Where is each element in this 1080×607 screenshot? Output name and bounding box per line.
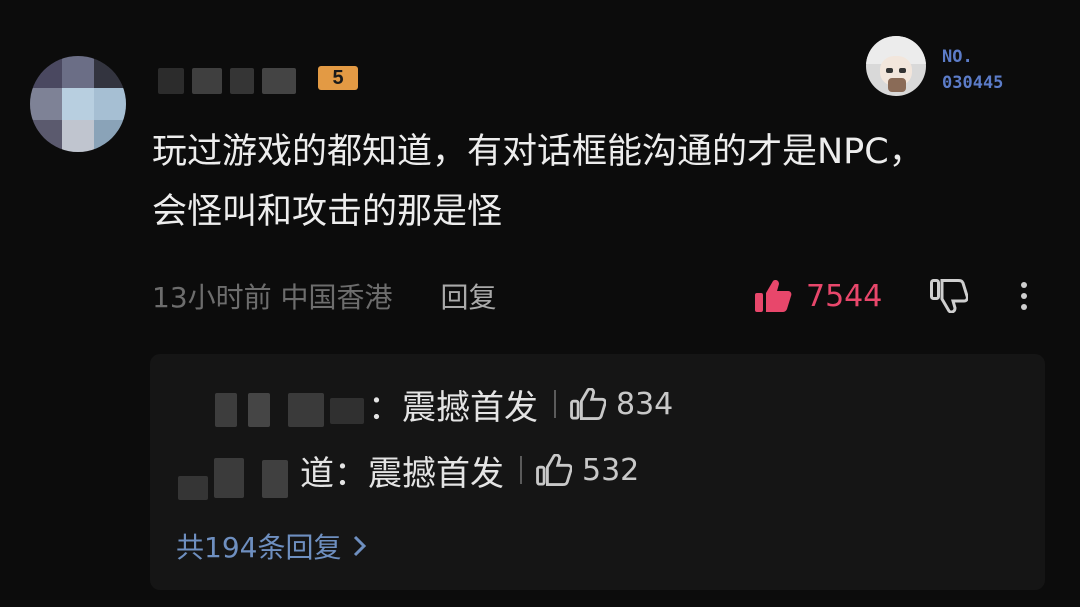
like-button[interactable]: 7544 [754, 272, 882, 320]
more-options-icon[interactable] [1016, 280, 1032, 314]
reply2-username-blurred-2 [214, 458, 244, 498]
reply2-username-blurred-3 [262, 460, 288, 498]
reply-button[interactable]: 回复 [441, 276, 497, 316]
divider [520, 456, 522, 484]
reply-item[interactable]: ： 震撼首发 834 [368, 380, 673, 428]
reply-like-count: 834 [616, 386, 674, 422]
reply2-username-blurred[interactable] [178, 476, 208, 500]
reply1-username-blurred-4 [330, 398, 364, 424]
fan-badge-label: NO. [942, 47, 973, 67]
reply-like-count: 532 [582, 452, 640, 488]
comment-text-line1: 玩过游戏的都知道，有对话框能沟通的才是NPC， [152, 132, 924, 172]
chevron-right-icon [354, 535, 367, 557]
comment-text: 玩过游戏的都知道，有对话框能沟通的才是NPC， 会怪叫和攻击的那是怪 [152, 122, 1042, 242]
like-count: 7544 [806, 278, 883, 314]
total-replies-label: 共194条回复 [176, 531, 342, 564]
divider [554, 390, 556, 418]
reply-name-suffix: ： [368, 387, 402, 428]
thumbs-up-filled-icon [755, 280, 792, 312]
reply-text: 震撼首发 [402, 387, 538, 428]
comment-meta-row: 13小时前 中国香港 回复 7544 [152, 272, 1032, 320]
comment-text-line2: 会怪叫和攻击的那是怪 [152, 192, 503, 232]
fan-badge-number: NO. 030445 [942, 44, 1003, 96]
level-badge: 5 [318, 66, 358, 90]
thumbs-up-outline-icon[interactable] [536, 454, 572, 486]
reply-name-suffix: 道： [300, 453, 368, 494]
time-location: 13小时前 中国香港 [152, 281, 393, 314]
fan-badge-avatar [866, 36, 926, 96]
thumbs-up-outline-icon[interactable] [570, 388, 606, 420]
view-all-replies-link[interactable]: 共194条回复 [176, 526, 371, 566]
user-avatar[interactable] [30, 56, 126, 152]
reply1-username-blurred-2 [248, 393, 270, 427]
thumbs-down-outline-icon[interactable] [930, 279, 968, 313]
reply-item[interactable]: 道： 震撼首发 532 [300, 446, 639, 494]
reply1-username-blurred-3 [288, 393, 324, 427]
reply1-username-blurred[interactable] [215, 393, 237, 427]
fan-badge-value: 030445 [942, 73, 1004, 93]
reply-text: 震撼首发 [368, 453, 504, 494]
